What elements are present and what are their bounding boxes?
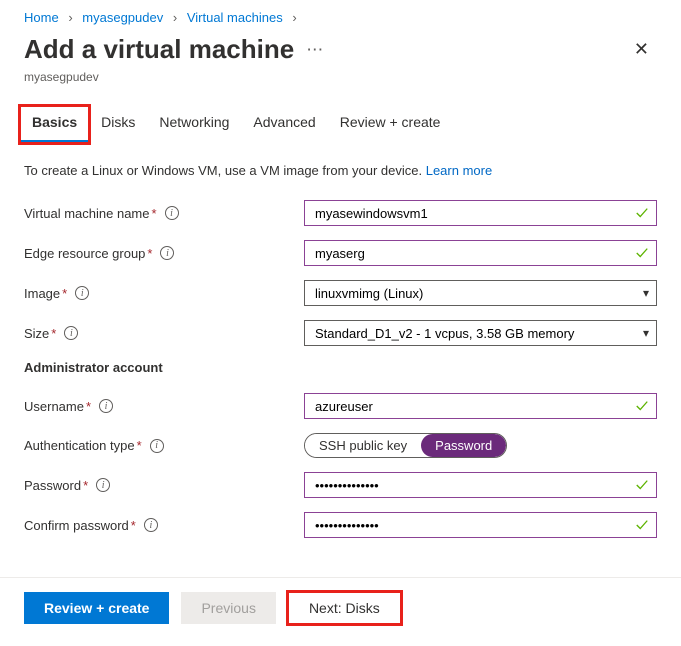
auth-type-toggle: SSH public key Password: [304, 433, 507, 458]
breadcrumb: Home › myasegpudev › Virtual machines ›: [0, 0, 681, 31]
review-create-button[interactable]: Review + create: [24, 592, 169, 624]
required-icon: *: [83, 478, 88, 493]
vm-name-input[interactable]: [304, 200, 657, 226]
more-actions-icon[interactable]: ⋯: [306, 40, 323, 60]
label-confirm-password: Confirm password: [24, 518, 129, 533]
info-icon[interactable]: i: [160, 246, 174, 260]
label-vm-name: Virtual machine name: [24, 206, 150, 221]
info-icon[interactable]: i: [64, 326, 78, 340]
confirm-password-input[interactable]: [304, 512, 657, 538]
required-icon: *: [62, 286, 67, 301]
tab-review[interactable]: Review + create: [328, 106, 453, 143]
image-select[interactable]: [304, 280, 657, 306]
password-input[interactable]: [304, 472, 657, 498]
info-icon[interactable]: i: [75, 286, 89, 300]
crumb-vms[interactable]: Virtual machines: [187, 10, 283, 25]
previous-button: Previous: [181, 592, 275, 624]
erg-input[interactable]: [304, 240, 657, 266]
chevron-right-icon: ›: [292, 10, 296, 25]
label-image: Image: [24, 286, 60, 301]
chevron-right-icon: ›: [68, 10, 72, 25]
crumb-resource[interactable]: myasegpudev: [82, 10, 163, 25]
tab-advanced[interactable]: Advanced: [241, 106, 327, 143]
next-disks-button[interactable]: Next: Disks: [288, 592, 401, 624]
section-admin-account: Administrator account: [24, 360, 657, 375]
info-icon[interactable]: i: [96, 478, 110, 492]
username-input[interactable]: [304, 393, 657, 419]
form-description: To create a Linux or Windows VM, use a V…: [24, 163, 657, 178]
page-title: Add a virtual machine: [24, 34, 294, 65]
close-icon[interactable]: ✕: [626, 31, 657, 68]
label-auth-type: Authentication type: [24, 438, 135, 453]
learn-more-link[interactable]: Learn more: [426, 163, 492, 178]
footer: Review + create Previous Next: Disks: [0, 577, 681, 646]
label-password: Password: [24, 478, 81, 493]
tab-basics[interactable]: Basics: [20, 106, 89, 143]
required-icon: *: [152, 206, 157, 221]
label-size: Size: [24, 326, 49, 341]
label-erg: Edge resource group: [24, 246, 145, 261]
tab-networking[interactable]: Networking: [147, 106, 241, 143]
required-icon: *: [51, 326, 56, 341]
info-icon[interactable]: i: [99, 399, 113, 413]
page-subtitle: myasegpudev: [0, 70, 681, 106]
required-icon: *: [86, 399, 91, 414]
info-icon[interactable]: i: [165, 206, 179, 220]
required-icon: *: [131, 518, 136, 533]
crumb-home[interactable]: Home: [24, 10, 59, 25]
tabs: Basics Disks Networking Advanced Review …: [0, 106, 681, 143]
chevron-right-icon: ›: [173, 10, 177, 25]
required-icon: *: [147, 246, 152, 261]
auth-password-option[interactable]: Password: [421, 434, 506, 457]
info-icon[interactable]: i: [144, 518, 158, 532]
info-icon[interactable]: i: [150, 439, 164, 453]
required-icon: *: [137, 438, 142, 453]
auth-ssh-option[interactable]: SSH public key: [305, 434, 421, 457]
size-select[interactable]: [304, 320, 657, 346]
tab-disks[interactable]: Disks: [89, 106, 147, 143]
label-username: Username: [24, 399, 84, 414]
